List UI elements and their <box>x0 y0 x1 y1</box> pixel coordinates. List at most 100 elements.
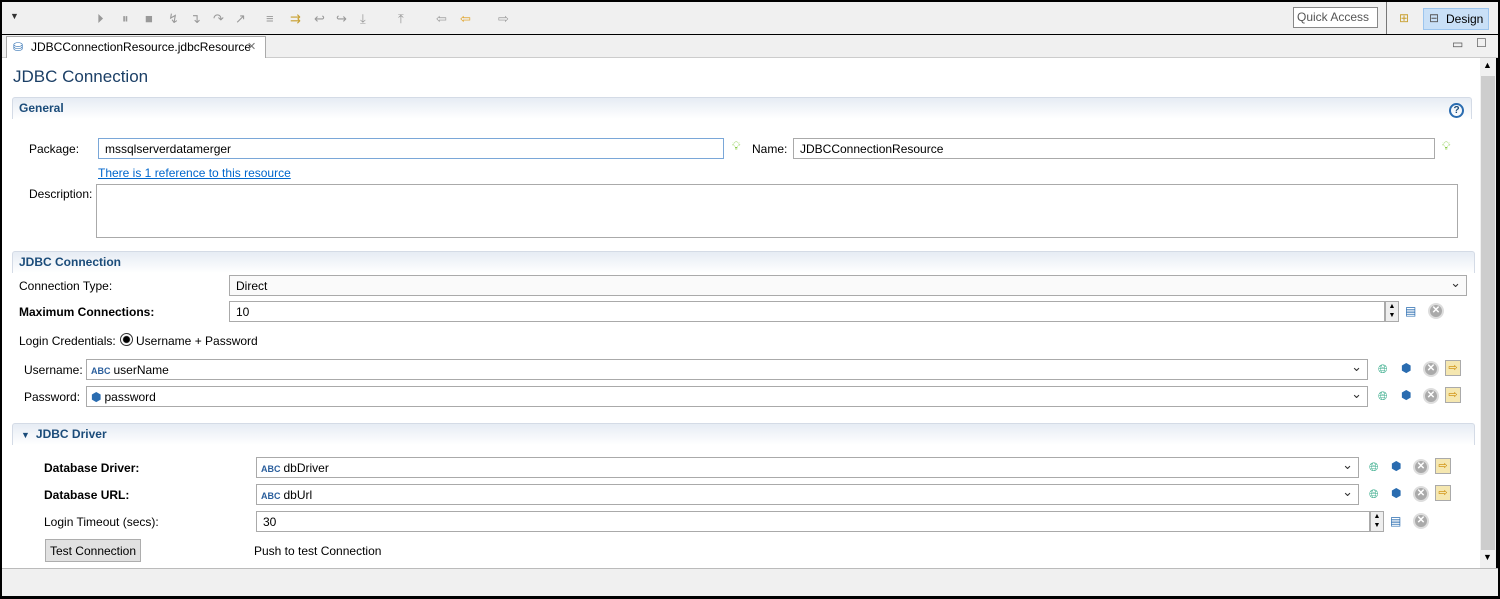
connection-type-label: Connection Type: <box>19 279 113 293</box>
clear-icon[interactable]: ✕ <box>1423 388 1439 404</box>
undo-icon[interactable]: ↩ <box>314 11 325 27</box>
step-filter-icon[interactable]: ⇉ <box>290 11 301 27</box>
database-driver-select[interactable]: ABC dbDriver <box>256 457 1359 478</box>
lightbulb-icon: 💡︎ <box>1442 139 1451 153</box>
maximize-icon[interactable]: ☐ <box>1476 36 1487 50</box>
test-connection-hint: Push to test Connection <box>254 544 382 558</box>
section-jdbc-connection: JDBC Connection <box>12 251 1475 273</box>
step-return-icon[interactable]: ↗ <box>235 11 246 27</box>
editor-tab[interactable]: ⛁ JDBCConnectionResource.jdbcResource ✕ <box>6 36 266 58</box>
close-icon[interactable]: ✕ <box>247 40 256 53</box>
clear-icon[interactable]: ✕ <box>1413 459 1429 475</box>
password-value: password <box>104 390 156 404</box>
module-property-icon[interactable]: ⬢ <box>1401 361 1417 377</box>
string-icon: ABC <box>261 491 281 501</box>
clear-icon[interactable]: ✕ <box>1413 513 1429 529</box>
design-label: Design <box>1446 12 1484 26</box>
max-connections-label: Maximum Connections: <box>19 305 155 319</box>
database-icon: ⛁ <box>13 40 24 54</box>
last-edit-icon[interactable]: ⇦ <box>436 11 447 27</box>
table-icon[interactable]: ▤ <box>1405 304 1421 320</box>
section-title: General <box>19 101 64 115</box>
max-connections-input[interactable]: 10 <box>229 301 1385 322</box>
download-icon[interactable]: ⤓ <box>360 11 366 27</box>
main-toolbar: ▼ ⏵ ⏸ ■ ↯ ↴ ↷ ↗ ≡ ⇉ ↩ ↪ ⤓ ⤒ ⇦ ⇦ ⇨ <box>2 2 1498 34</box>
quick-access-input[interactable]: Quick Access <box>1293 7 1378 28</box>
username-label: Username: <box>24 363 83 377</box>
page-title: JDBC Connection <box>13 67 149 86</box>
drop-frame-icon[interactable]: ≡ <box>266 11 274 26</box>
username-value: userName <box>113 363 169 377</box>
module-property-icon[interactable]: ⬢ <box>1401 388 1417 404</box>
section-general: General ? <box>12 97 1472 119</box>
terminate-icon[interactable]: ■ <box>145 11 153 26</box>
disconnect-icon[interactable]: ↯ <box>168 11 179 27</box>
scroll-up-icon[interactable]: ▲ <box>1483 60 1492 70</box>
module-property-icon[interactable]: ⬢ <box>1391 459 1407 475</box>
credentials-option-label: Username + Password <box>136 334 258 348</box>
database-driver-label: Database Driver: <box>44 461 140 475</box>
editor-content: JDBC Connection General ? Package: mssql… <box>2 58 1480 568</box>
login-timeout-input[interactable]: 30 <box>256 511 1370 532</box>
package-label: Package: <box>29 142 80 156</box>
section-title: JDBC Driver <box>35 427 107 441</box>
edit-binding-icon[interactable]: ⇨ <box>1435 458 1451 474</box>
global-variable-icon[interactable]: 🌐︎ <box>1378 389 1394 405</box>
max-connections-spinner[interactable]: ▲ ▼ <box>1385 301 1399 322</box>
edit-binding-icon[interactable]: ⇨ <box>1435 485 1451 501</box>
open-perspective-icon[interactable]: ⊞ <box>1399 11 1409 25</box>
test-connection-button[interactable]: Test Connection <box>45 539 141 562</box>
section-jdbc-driver[interactable]: ▼ JDBC Driver <box>12 423 1475 445</box>
database-url-label: Database URL: <box>44 488 130 502</box>
step-into-icon[interactable]: ↴ <box>190 11 201 27</box>
username-select[interactable]: ABC userName <box>86 359 1368 380</box>
name-input[interactable]: JDBCConnectionResource <box>793 138 1435 159</box>
edit-binding-icon[interactable]: ⇨ <box>1445 360 1461 376</box>
package-input[interactable]: mssqlserverdatamerger <box>98 138 724 159</box>
login-timeout-spinner[interactable]: ▲ ▼ <box>1370 511 1384 532</box>
string-icon: ABC <box>91 366 111 376</box>
name-label: Name: <box>752 142 788 156</box>
table-icon: ⊟ <box>1429 11 1440 25</box>
scrollbar-thumb[interactable] <box>1481 76 1495 550</box>
clear-icon[interactable]: ✕ <box>1428 303 1444 319</box>
minimize-icon[interactable]: ▭ <box>1452 37 1463 51</box>
section-title: JDBC Connection <box>19 255 121 269</box>
database-driver-value: dbDriver <box>283 461 329 475</box>
password-select[interactable]: ⬢ password <box>86 386 1368 407</box>
step-over-icon[interactable]: ↷ <box>213 11 224 27</box>
module-property-icon: ⬢ <box>91 390 102 404</box>
description-textarea[interactable] <box>96 184 1458 238</box>
connection-type-select[interactable]: Direct <box>229 275 1467 296</box>
table-icon[interactable]: ▤ <box>1390 514 1406 530</box>
horizontal-scrollbar[interactable] <box>2 568 1498 596</box>
suspend-icon[interactable]: ⏸ <box>122 11 129 27</box>
login-credentials-label: Login Credentials: <box>19 334 116 348</box>
tab-label: JDBCConnectionResource.jdbcResource <box>31 40 252 54</box>
collapse-icon[interactable]: ▼ <box>21 430 30 440</box>
clear-icon[interactable]: ✕ <box>1423 361 1439 377</box>
credentials-radio[interactable] <box>120 333 133 346</box>
help-icon[interactable]: ? <box>1449 103 1464 118</box>
back-icon[interactable]: ⇦ <box>460 11 471 27</box>
module-property-icon[interactable]: ⬢ <box>1391 486 1407 502</box>
forward-icon[interactable]: ⇨ <box>498 11 509 27</box>
clear-icon[interactable]: ✕ <box>1413 486 1429 502</box>
database-url-value: dbUrl <box>283 488 313 502</box>
global-variable-icon[interactable]: 🌐︎ <box>1378 362 1394 378</box>
string-icon: ABC <box>261 464 281 474</box>
description-label: Description: <box>29 187 93 201</box>
edit-binding-icon[interactable]: ⇨ <box>1445 387 1461 403</box>
upload-icon[interactable]: ⤒ <box>398 11 404 27</box>
reference-link[interactable]: There is 1 reference to this resource <box>98 166 291 180</box>
dropdown-icon[interactable]: ▼ <box>10 11 19 21</box>
design-perspective-button[interactable]: ⊟ Design <box>1423 8 1489 30</box>
login-timeout-label: Login Timeout (secs): <box>44 515 159 529</box>
global-variable-icon[interactable]: 🌐︎ <box>1369 460 1385 476</box>
lightbulb-icon: 💡︎ <box>732 139 741 153</box>
redo-icon[interactable]: ↪ <box>336 11 347 27</box>
database-url-select[interactable]: ABC dbUrl <box>256 484 1359 505</box>
resume-icon[interactable]: ⏵ <box>97 11 104 27</box>
scroll-down-icon[interactable]: ▼ <box>1483 552 1492 562</box>
global-variable-icon[interactable]: 🌐︎ <box>1369 487 1385 503</box>
